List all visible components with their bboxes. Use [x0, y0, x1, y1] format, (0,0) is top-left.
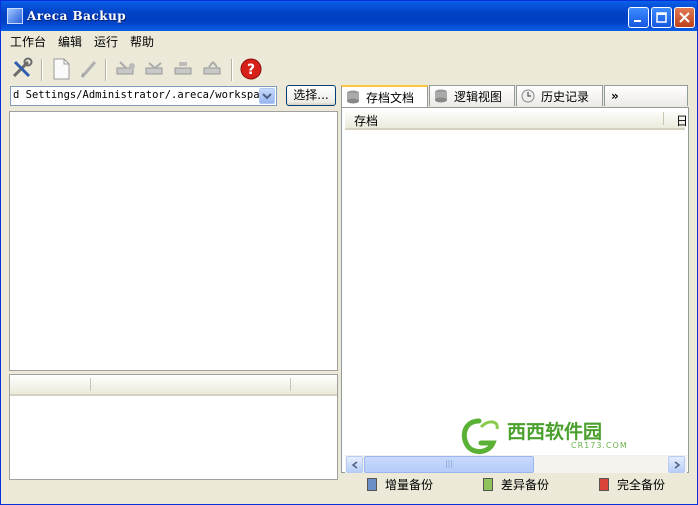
app-window: Areca Backup 工作台 编辑 运行 帮助 ? d Settings/A… [0, 0, 698, 505]
targets-tree-panel[interactable] [9, 111, 338, 371]
legend-incremental: 增量备份 [367, 475, 433, 493]
column-date[interactable]: 日 [676, 112, 688, 129]
tab-archives[interactable]: 存档文档 [341, 85, 428, 107]
clock-icon [521, 89, 535, 103]
edit-button[interactable] [77, 57, 101, 81]
tab-history[interactable]: 历史记录 [516, 85, 603, 106]
tab-overflow[interactable]: » [604, 85, 688, 106]
menu-edit[interactable]: 编辑 [58, 33, 82, 50]
incremental-color-box [367, 477, 377, 491]
differential-color-box [483, 477, 493, 491]
help-icon: ? [240, 58, 262, 80]
merge-icon [145, 62, 163, 75]
minimize-icon [634, 20, 641, 22]
scroll-right-button[interactable] [668, 456, 685, 473]
close-icon [679, 12, 690, 23]
backup-button[interactable] [114, 57, 138, 81]
legend-differential: 差异备份 [483, 475, 549, 493]
database-icon [435, 89, 447, 103]
backup-icon [116, 61, 135, 75]
new-button[interactable] [49, 57, 73, 81]
merge-button[interactable] [143, 57, 167, 81]
legend-incremental-label: 增量备份 [385, 477, 434, 492]
app-icon [7, 8, 23, 24]
choose-workspace-button[interactable]: 选择... [286, 85, 336, 106]
archives-hscrollbar[interactable]: ||| [345, 455, 687, 473]
maximize-icon [656, 12, 667, 23]
legend-differential-label: 差异备份 [501, 477, 550, 492]
tools-button[interactable] [10, 57, 34, 81]
properties-panel[interactable] [9, 374, 338, 480]
arrow-left-icon [351, 460, 357, 469]
overflow-icon: » [611, 89, 619, 103]
archives-header: 存档 日 [345, 109, 688, 130]
check-archive-icon [174, 62, 192, 75]
menu-help[interactable]: 帮助 [130, 33, 154, 50]
legend-full-label: 完全备份 [617, 477, 666, 492]
check-button[interactable] [172, 57, 196, 81]
menu-workspace[interactable]: 工作台 [10, 33, 46, 50]
database-icon [347, 90, 359, 104]
svg-text:?: ? [247, 62, 255, 78]
scroll-thumb[interactable]: ||| [364, 456, 534, 473]
wrench-screwdriver-icon [12, 57, 33, 78]
tab-archives-label: 存档文档 [366, 90, 415, 105]
help-button[interactable]: ? [239, 57, 263, 81]
new-document-icon [53, 58, 70, 80]
legend-full: 完全备份 [599, 475, 665, 493]
toolbar: ? [1, 53, 697, 85]
properties-header [10, 375, 337, 396]
close-button[interactable] [674, 7, 695, 28]
menu-run[interactable]: 运行 [94, 33, 118, 50]
title-bar[interactable]: Areca Backup [1, 1, 697, 31]
recover-icon [203, 61, 221, 75]
watermark-text: 西西软件园 [507, 421, 603, 443]
arrow-right-icon [674, 460, 680, 469]
watermark-subtext: CR173.COM [571, 441, 628, 450]
recover-button[interactable] [201, 57, 225, 81]
scroll-left-button[interactable] [346, 456, 363, 473]
tab-logical-view-label: 逻辑视图 [454, 89, 503, 104]
tab-logical-view[interactable]: 逻辑视图 [429, 85, 515, 106]
maximize-button[interactable] [651, 7, 672, 28]
menu-bar: 工作台 编辑 运行 帮助 [1, 31, 697, 51]
full-color-box [599, 477, 609, 491]
workspace-path-combo[interactable]: d Settings/Administrator/.areca/workspac… [10, 86, 277, 106]
minimize-button[interactable] [628, 7, 649, 28]
chevron-down-icon [262, 93, 272, 100]
tab-history-label: 历史记录 [541, 89, 590, 104]
combo-dropdown-button[interactable] [259, 88, 275, 104]
workspace-path-value: d Settings/Administrator/.areca/workspac… [13, 89, 259, 101]
view-tabs: 存档文档 逻辑视图 历史记录 » [341, 85, 689, 107]
watermark-logo: 西西软件园 CR173.COM [459, 415, 639, 457]
column-archive[interactable]: 存档 [354, 112, 378, 129]
window-title: Areca Backup [27, 9, 127, 23]
pencil-icon [80, 61, 97, 78]
